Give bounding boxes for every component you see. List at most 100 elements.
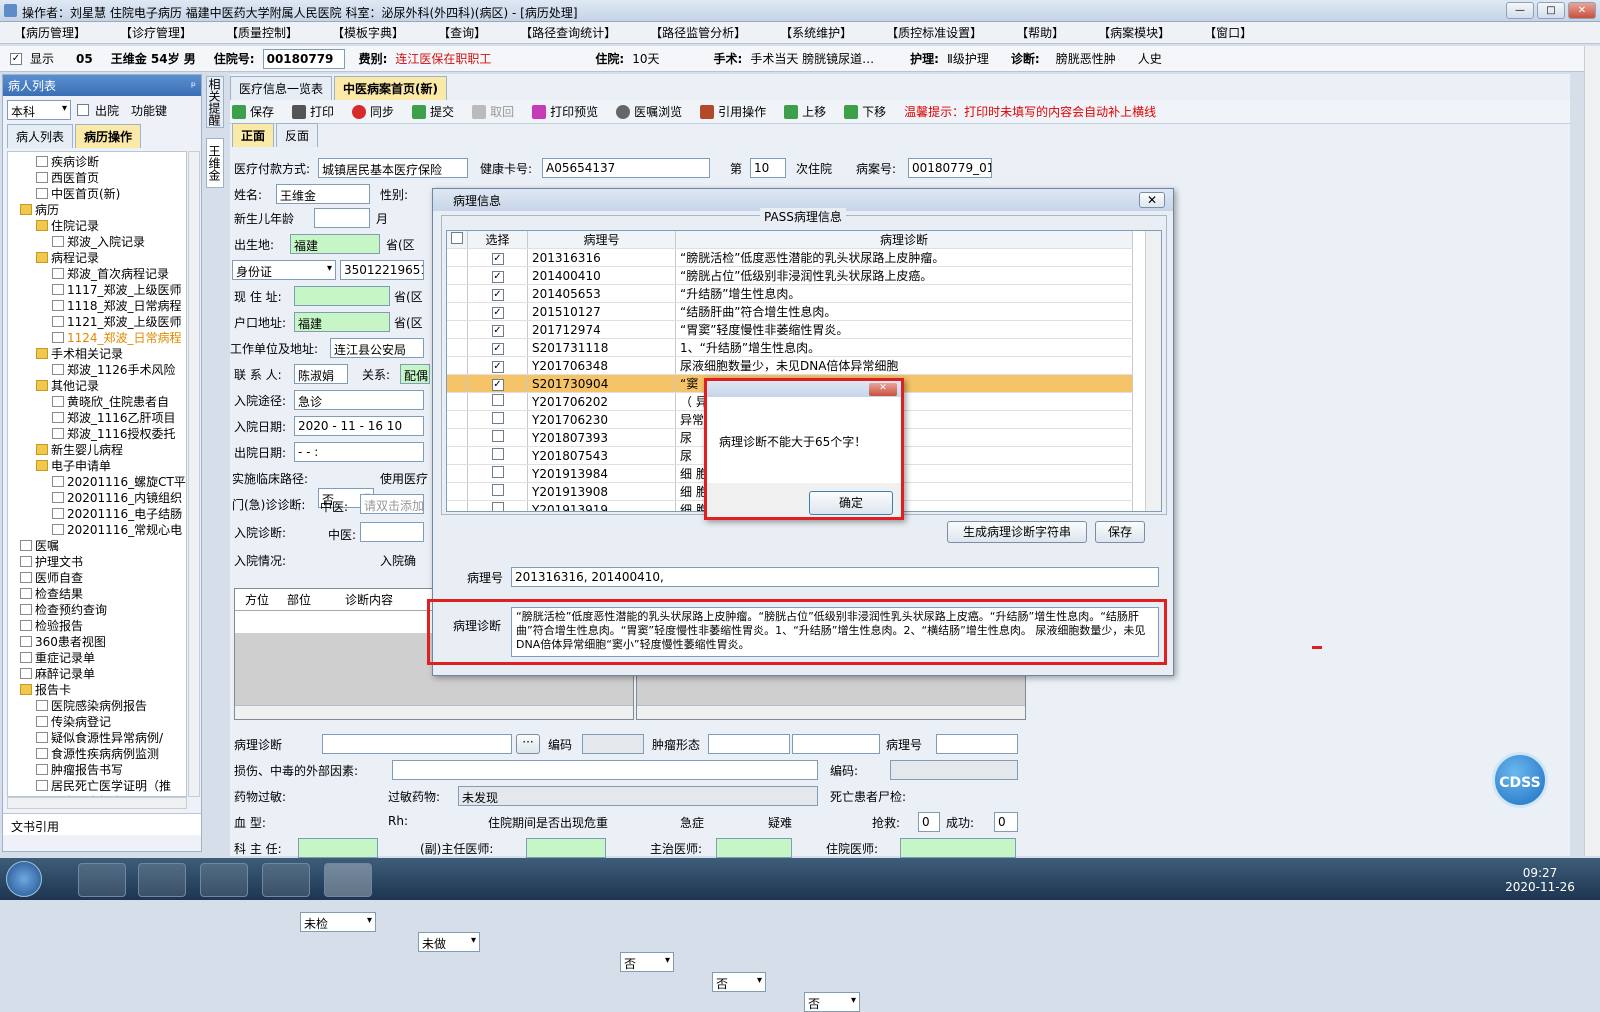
row-checkbox[interactable] (491, 394, 504, 406)
show-checkbox[interactable]: ✓ (10, 52, 22, 65)
menu-item-9[interactable]: 【帮助】 (1016, 24, 1064, 41)
menu-item-8[interactable]: 【质控标准设置】 (886, 24, 982, 41)
menu-item-1[interactable]: 【诊疗管理】 (120, 24, 192, 41)
menu-item-11[interactable]: 【窗口】 (1204, 24, 1252, 41)
code-field[interactable] (582, 734, 644, 754)
table-row[interactable]: ✓ 201712974 “胃窦”轻度慢性非萎缩性胃炎。 (447, 320, 1133, 339)
select-cell[interactable] (467, 392, 528, 411)
row-checkbox[interactable]: ✓ (491, 307, 504, 319)
row-checkbox[interactable] (491, 502, 504, 511)
side-tab-patient[interactable]: 王维金 (206, 138, 224, 188)
order-browse-button[interactable]: 医嘱浏览 (616, 103, 682, 120)
attend-field[interactable] (716, 838, 792, 858)
tree-scrollbar[interactable] (188, 151, 200, 797)
select-cell[interactable] (467, 464, 528, 483)
row-checkbox[interactable] (491, 412, 504, 424)
maximize-button[interactable]: □ (1537, 2, 1565, 19)
success-field[interactable]: 0 (994, 812, 1018, 832)
row-checkbox[interactable]: ✓ (491, 289, 504, 301)
tree-item[interactable]: 中医首页(新) (8, 186, 186, 202)
out-date-field[interactable]: - - : (294, 442, 424, 462)
submit-button[interactable]: 提交 (412, 103, 454, 120)
menu-item-2[interactable]: 【质量控制】 (226, 24, 298, 41)
taskbar-app-1[interactable] (78, 863, 126, 897)
dialog-save-button[interactable]: 保存 (1095, 521, 1145, 543)
code2-field[interactable] (890, 760, 1018, 780)
times-field[interactable]: 10 (750, 158, 786, 178)
injury-field[interactable] (392, 760, 818, 780)
rescue-field[interactable]: 0 (918, 812, 940, 832)
tree-item[interactable]: 检查预约查询 (8, 602, 186, 618)
menu-item-7[interactable]: 【系统维护】 (780, 24, 852, 41)
danger-select[interactable]: 否 (620, 952, 674, 972)
tree-item[interactable]: 20201116_螺旋CT平 (8, 474, 186, 490)
tree-item[interactable]: 居民死亡医学证明（推 (8, 778, 186, 794)
tree-item[interactable]: 病程记录 (8, 250, 186, 266)
tree-item[interactable]: 20201116_电子结肠 (8, 506, 186, 522)
tree-item[interactable]: 其他记录 (8, 378, 186, 394)
tab-record-ops[interactable]: 病历操作 (75, 124, 142, 148)
tree-item[interactable]: 1124_郑波_日常病程 (8, 330, 186, 346)
quote-button[interactable]: 引用操作 (700, 103, 766, 120)
tab-tcm-homepage[interactable]: 中医病案首页(新) (334, 76, 447, 100)
save-button[interactable]: 保存 (232, 103, 274, 120)
table-row[interactable]: ✓ 201405653 “升结肠”增生性息肉。 (447, 284, 1133, 303)
alert-close-icon[interactable]: ✕ (869, 382, 897, 396)
menu-item-10[interactable]: 【病案模块】 (1098, 24, 1170, 41)
tree-item[interactable]: 传染病登记 (8, 714, 186, 730)
tree-item[interactable]: 肿瘤报告书写 (8, 762, 186, 778)
row-checkbox[interactable]: ✓ (491, 271, 504, 283)
tree-item[interactable]: 1117_郑波_上级医师 (8, 282, 186, 298)
menu-item-4[interactable]: 【查询】 (438, 24, 486, 41)
table-row[interactable]: ✓ 201510127 “结肠肝曲”符合增生性息肉。 (447, 302, 1133, 321)
taskbar-app-5[interactable] (324, 863, 372, 897)
tree-item[interactable]: 病历 (8, 202, 186, 218)
move-down-button[interactable]: 下移 (844, 103, 886, 120)
tree-item[interactable]: 报告卡 (8, 682, 186, 698)
select-cell[interactable]: ✓ (467, 284, 528, 303)
side-tab-reminder[interactable]: 相关提醒 (206, 76, 224, 128)
relation-field[interactable]: 配偶 (400, 364, 430, 384)
pin-icon[interactable]: ᵖ (191, 79, 196, 93)
pathno2-field[interactable] (936, 734, 1018, 754)
tree-item[interactable]: 食源性疾病病例监测 (8, 746, 186, 762)
tab-back[interactable]: 反面 (276, 123, 319, 147)
print-preview-button[interactable]: 打印预览 (532, 103, 598, 120)
menu-item-6[interactable]: 【路径监管分析】 (650, 24, 746, 41)
table-row[interactable]: ✓ Y201706348 尿液细胞数量少，未见DNA倍体异常细胞 (447, 356, 1133, 375)
tree-item[interactable]: 检查结果 (8, 586, 186, 602)
tree-item[interactable]: 黄晓欣_住院患者自 (8, 394, 186, 410)
row-checkbox[interactable]: ✓ (491, 379, 504, 391)
discharge-checkbox[interactable] (77, 104, 89, 116)
taskbar-folder[interactable] (200, 863, 248, 897)
contact-field[interactable]: 陈淑娟 (294, 364, 348, 384)
tree-item[interactable]: 郑波_1116乙肝项目 (8, 410, 186, 426)
inpatient-no-field[interactable]: 00180779 (262, 48, 345, 69)
select-all-checkbox[interactable] (451, 232, 463, 244)
grid-hscroll[interactable] (235, 705, 633, 719)
table-row[interactable]: ✓ 201316316 “膀胱活检”低度恶性潜能的乳头状尿路上皮肿瘤。 (447, 248, 1133, 267)
close-button[interactable]: ✕ (1568, 2, 1596, 19)
tree-item[interactable]: 医师自查 (8, 570, 186, 586)
function-menu[interactable]: 功能键 (131, 102, 167, 119)
tree-item[interactable]: 20201116_内镜组织 (8, 490, 186, 506)
grid-hscroll-right[interactable] (637, 705, 1025, 719)
ok-button[interactable]: 确定 (809, 491, 893, 515)
dept-select[interactable]: 本科 (7, 100, 71, 120)
chief-field[interactable] (298, 838, 378, 858)
select-cell[interactable]: ✓ (467, 338, 528, 357)
tree-item[interactable]: 疾病诊断 (8, 154, 186, 170)
menu-item-3[interactable]: 【模板字典】 (332, 24, 404, 41)
pay-field[interactable]: 城镇居民基本医疗保险 (318, 158, 468, 178)
select-cell[interactable] (467, 482, 528, 501)
huko-field[interactable]: 福建 (294, 312, 390, 332)
minimize-button[interactable]: — (1506, 2, 1534, 19)
tab-medical-overview[interactable]: 医疗信息一览表 (230, 76, 333, 100)
tab-front[interactable]: 正面 (232, 123, 275, 147)
row-checkbox[interactable] (491, 430, 504, 442)
name-field[interactable]: 王维金 (276, 184, 370, 204)
row-checkbox[interactable] (491, 448, 504, 460)
vchief-field[interactable] (526, 838, 606, 858)
retrieve-button[interactable]: 取回 (472, 103, 514, 120)
select-cell[interactable] (467, 410, 528, 429)
